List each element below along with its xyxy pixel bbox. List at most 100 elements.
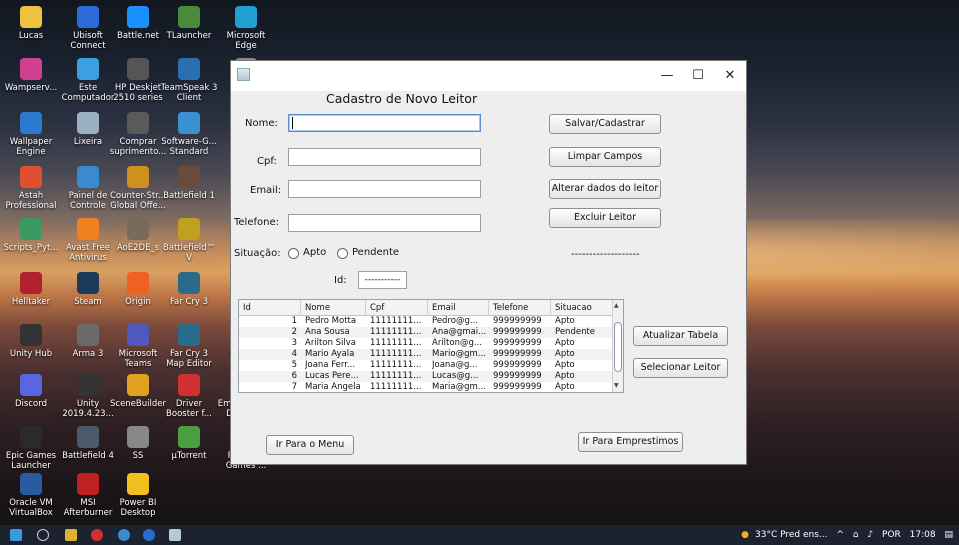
desktop-shortcut[interactable]: TeamSpeak 3 Client [160, 58, 218, 103]
table-row[interactable]: 7 Maria Angela 11111111... Maria@gm... 99999… [239, 382, 614, 392]
column-header[interactable]: Telefone [489, 300, 551, 316]
opera-icon[interactable] [91, 529, 103, 541]
desktop-shortcut[interactable]: SS [109, 426, 167, 461]
desktop-shortcut[interactable]: TLauncher [160, 6, 218, 41]
table-row[interactable]: 5 Joana Ferr... 11111111... Joana@g... 99999… [239, 360, 614, 371]
clock[interactable]: 17:08 [910, 530, 936, 540]
desktop-shortcut[interactable]: Driver Booster f... [160, 374, 218, 419]
search-icon[interactable] [37, 529, 49, 541]
table-row[interactable]: 3 Arilton Silva 11111111... Arilton@g... 999… [239, 338, 614, 349]
desktop-shortcut[interactable]: AoE2DE_s [109, 218, 167, 253]
email-label: Email: [250, 185, 282, 196]
weather-icon[interactable]: ● [741, 530, 749, 540]
desktop-shortcut[interactable]: Wallpaper Engine [2, 112, 60, 157]
desktop-shortcut[interactable]: Counter-Str... Global Offe... [109, 166, 167, 211]
desktop-shortcut-label: µTorrent [171, 451, 207, 461]
scroll-up-icon[interactable]: ▲ [614, 302, 619, 309]
desktop-shortcut[interactable]: Unity Hub [2, 324, 60, 359]
window-titlebar[interactable]: — ☐ ✕ [231, 61, 746, 91]
table-row[interactable]: 4 Mario Ayala 11111111... Mario@gm... 999999… [239, 349, 614, 360]
column-header[interactable]: Nome [301, 300, 366, 316]
desktop-shortcut[interactable]: HP Deskjet 2510 series [109, 58, 167, 103]
limpar-campos-button[interactable]: Limpar Campos [549, 147, 661, 167]
desktop-shortcut-label: Battle.net [117, 31, 159, 41]
table-row[interactable]: 2 Ana Sousa 11111111... Ana@gmai... 99999999… [239, 327, 614, 338]
nome-input[interactable] [288, 114, 481, 132]
ir-para-menu-button[interactable]: Ir Para o Menu [266, 435, 354, 455]
desktop-shortcut[interactable]: Battlefield™ V [160, 218, 218, 263]
desktop-shortcut-label: SS [132, 451, 144, 461]
email-input[interactable] [288, 180, 481, 198]
network-icon[interactable]: ⌂ [853, 530, 859, 540]
app-icon [127, 324, 149, 346]
apto-radio-label[interactable]: Apto [303, 247, 326, 258]
telefone-input[interactable] [288, 214, 481, 232]
windows-start-icon[interactable] [10, 529, 22, 541]
alterar-leitor-button[interactable]: Alterar dados do leitor [549, 179, 661, 199]
app-icon [77, 374, 99, 396]
desktop-shortcut[interactable]: Epic Games Launcher [2, 426, 60, 471]
scroll-thumb[interactable] [614, 322, 622, 372]
desktop-shortcut[interactable]: Far Cry 3 Map Editor [160, 324, 218, 369]
desktop-shortcut-label: Driver Booster f... [166, 399, 212, 419]
desktop-shortcut[interactable]: Astah Professional [2, 166, 60, 211]
notifications-icon[interactable]: ▤ [944, 530, 953, 540]
desktop-shortcut[interactable]: Lucas [2, 6, 60, 41]
table-row[interactable]: 1 Pedro Motta 11111111... Pedro@g... 9999999… [239, 316, 614, 327]
column-header[interactable]: Email [428, 300, 489, 316]
desktop-shortcut[interactable]: Battle.net [109, 6, 167, 41]
selecionar-leitor-button[interactable]: Selecionar Leitor [633, 358, 728, 378]
desktop-shortcut[interactable]: Helltaker [2, 272, 60, 307]
desktop-shortcut[interactable]: SceneBuilder [109, 374, 167, 409]
maximize-button[interactable]: ☐ [681, 61, 715, 91]
java-taskbar-icon[interactable] [169, 529, 181, 541]
desktop-shortcut[interactable]: Comprar suprimento... [109, 112, 167, 157]
minimize-button[interactable]: — [650, 61, 684, 91]
file-explorer-icon[interactable] [65, 529, 77, 541]
table-scrollbar[interactable]: ▲ ▼ [612, 300, 623, 392]
pendente-radio[interactable] [337, 248, 348, 259]
telefone-label: Telefone: [234, 217, 279, 228]
desktop-shortcut[interactable]: Power BI Desktop [109, 473, 167, 518]
text-caret [292, 117, 293, 129]
apto-radio[interactable] [288, 248, 299, 259]
table-cell: 3 [291, 338, 297, 348]
weather-text[interactable]: 33°C Pred ens... [755, 530, 828, 540]
leitores-table[interactable]: Id Nome Cpf Email Telefone Situacao 1 Pedro Mo… [238, 299, 624, 393]
desktop-shortcut[interactable]: µTorrent [160, 426, 218, 461]
edge-taskbar-icon[interactable] [143, 529, 155, 541]
desktop-shortcut[interactable]: Battlefield 1 [160, 166, 218, 201]
desktop-shortcut[interactable]: Wampserv... [2, 58, 60, 93]
desktop-shortcut-label: Unity Hub [9, 349, 53, 359]
pendente-radio-label[interactable]: Pendente [352, 247, 399, 258]
desktop-shortcut[interactable]: Microsoft Edge [217, 6, 275, 51]
table-cell: 2 [291, 327, 297, 337]
volume-icon[interactable]: ♪ [867, 530, 873, 540]
table-cell: 7 [291, 382, 297, 392]
table-row[interactable]: 6 Lucas Pere... 11111111... Lucas@g... 99999… [239, 371, 614, 382]
desktop-shortcut[interactable]: Scripts_Pyt... [2, 218, 60, 253]
excluir-leitor-button[interactable]: Excluir Leitor [549, 208, 661, 228]
desktop-shortcut-label: Power BI Desktop [119, 498, 157, 518]
column-header[interactable]: Situacao [551, 300, 614, 316]
atualizar-tabela-button[interactable]: Atualizar Tabela [633, 326, 728, 346]
language-indicator[interactable]: POR [882, 530, 901, 540]
close-button[interactable]: ✕ [713, 61, 747, 91]
desktop-shortcut[interactable]: Microsoft Teams [109, 324, 167, 369]
chrome-icon[interactable] [118, 529, 130, 541]
table-cell: 11111111... [370, 338, 422, 348]
column-header[interactable]: Cpf [366, 300, 428, 316]
desktop-shortcut[interactable]: Software-G... Standard [160, 112, 218, 157]
desktop-shortcut[interactable]: Origin [109, 272, 167, 307]
desktop-shortcut[interactable]: Oracle VM VirtualBox [2, 473, 60, 518]
chevron-up-icon[interactable]: ^ [836, 530, 844, 540]
scroll-down-icon[interactable]: ▼ [614, 382, 619, 389]
desktop-shortcut[interactable]: Discord [2, 374, 60, 409]
desktop-shortcut[interactable]: Far Cry 3 [160, 272, 218, 307]
form-title: Cadastro de Novo Leitor [326, 91, 478, 106]
salvar-cadastrar-button[interactable]: Salvar/Cadastrar [549, 114, 661, 134]
ir-para-emprestimos-button[interactable]: Ir Para Emprestimos [578, 432, 683, 452]
cpf-input[interactable] [288, 148, 481, 166]
column-header[interactable]: Id [239, 300, 301, 316]
app-icon [127, 58, 149, 80]
